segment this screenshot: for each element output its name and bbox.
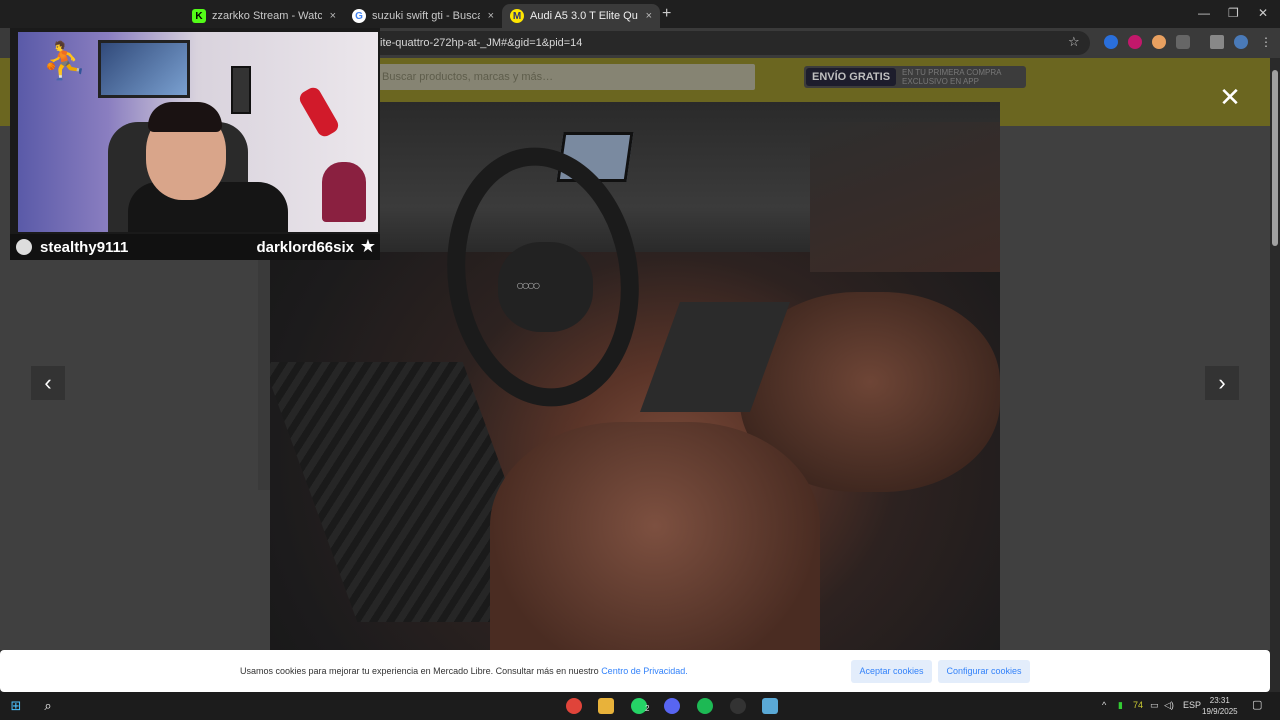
window-close-icon[interactable]: ✕ bbox=[1258, 6, 1268, 20]
scrollbar-thumb[interactable] bbox=[1272, 70, 1278, 246]
restore-icon[interactable]: ❐ bbox=[1228, 6, 1239, 20]
tab-kick-stream[interactable]: K zzarkko Stream - Watch Live on × bbox=[184, 4, 344, 28]
file-explorer-icon[interactable] bbox=[598, 698, 614, 714]
prev-photo-button[interactable]: ‹ bbox=[31, 366, 65, 400]
bookmark-star-icon[interactable]: ☆ bbox=[1068, 34, 1080, 50]
next-photo-button[interactable]: › bbox=[1205, 366, 1239, 400]
username-left: stealthy9111 bbox=[40, 238, 129, 256]
accept-cookies-button[interactable]: Aceptar cookies bbox=[851, 660, 932, 683]
driver-seat bbox=[490, 422, 820, 650]
gpu-icon: ▮ bbox=[1118, 700, 1123, 710]
google-icon: G bbox=[352, 9, 366, 23]
tab-mercadolibre-audi[interactable]: M Audi A5 3.0 T Elite Quattro 272h × bbox=[502, 4, 660, 28]
tab-google-search[interactable]: G suzuki swift gti - Buscar con Go × bbox=[344, 4, 502, 28]
close-viewer-button[interactable]: ✕ bbox=[1218, 84, 1242, 110]
windows-taskbar: ⊞ ⌕ 2 ^ ▮ 74 ▭ ◁) ESP 23:31 19/9/2025 ▢ bbox=[0, 692, 1280, 720]
spotify-icon[interactable] bbox=[697, 698, 713, 714]
door-panel bbox=[810, 122, 1000, 272]
discord-icon[interactable] bbox=[664, 698, 680, 714]
webcam-feed: ⛹ bbox=[18, 32, 378, 232]
figure-toy bbox=[322, 162, 366, 222]
kick-icon: K bbox=[192, 9, 206, 23]
chevron-up-icon[interactable]: ^ bbox=[1102, 700, 1106, 710]
configure-cookies-button[interactable]: Configurar cookies bbox=[938, 660, 1030, 683]
taskbar-clock[interactable]: 23:31 19/9/2025 bbox=[1202, 695, 1238, 717]
tab-title: zzarkko Stream - Watch Live on bbox=[212, 10, 322, 22]
chrome-icon[interactable] bbox=[566, 698, 582, 714]
star-icon: ★ bbox=[359, 236, 376, 256]
tab-title: Audi A5 3.0 T Elite Quattro 272h bbox=[530, 10, 638, 22]
search-input[interactable]: Buscar productos, marcas y más… bbox=[370, 64, 755, 90]
obs-icon[interactable] bbox=[730, 698, 746, 714]
extension-icon[interactable] bbox=[1104, 35, 1118, 49]
promo-text: EN TU PRIMERA COMPRA EXCLUSIVO EN APP bbox=[902, 68, 1002, 86]
media-controls-icon[interactable] bbox=[1210, 35, 1224, 49]
close-tab-icon[interactable]: × bbox=[488, 10, 494, 22]
windows-start-icon[interactable]: ⊞ bbox=[8, 698, 24, 714]
promo-badge: ENVÍO GRATIS bbox=[806, 68, 897, 86]
user-avatar-icon bbox=[16, 239, 32, 255]
menu-dots-icon[interactable]: ⋮ bbox=[1260, 35, 1274, 49]
jumpman-neon-icon: ⛹ bbox=[42, 40, 87, 81]
app-icon[interactable] bbox=[762, 698, 778, 714]
notifications-icon[interactable]: ▢ bbox=[1252, 698, 1262, 711]
volume-icon[interactable]: ◁) bbox=[1164, 700, 1174, 711]
tab-title: suzuki swift gti - Buscar con Go bbox=[372, 10, 480, 22]
puzzle-icon[interactable] bbox=[1176, 35, 1190, 49]
language-indicator[interactable]: ESP bbox=[1183, 700, 1201, 710]
new-tab-button[interactable]: + bbox=[662, 5, 671, 23]
search-icon[interactable]: ⌕ bbox=[40, 698, 56, 714]
mercadolibre-icon: M bbox=[510, 9, 524, 23]
close-tab-icon[interactable]: × bbox=[330, 10, 336, 22]
network-icon[interactable]: ▭ bbox=[1150, 700, 1159, 711]
page-scrollbar[interactable] bbox=[1270, 58, 1280, 692]
wall-frame bbox=[231, 66, 251, 114]
profile-avatar[interactable] bbox=[1234, 35, 1248, 49]
privacy-link[interactable]: Centro de Privacidad. bbox=[601, 666, 688, 676]
webcam-overlay: ⛹ stealthy9111 darklord66six ★ bbox=[10, 28, 380, 260]
streamer-nameplate: stealthy9111 darklord66six ★ bbox=[10, 234, 380, 260]
browser-tab-strip: K zzarkko Stream - Watch Live on × G suz… bbox=[0, 0, 1280, 28]
cookie-message: Usamos cookies para mejorar tu experienc… bbox=[240, 666, 688, 676]
wall-poster bbox=[98, 40, 190, 98]
streamer-hair bbox=[148, 102, 222, 132]
microphone bbox=[296, 84, 342, 140]
minimize-icon[interactable]: — bbox=[1198, 6, 1210, 20]
steering-hub bbox=[498, 242, 593, 332]
close-tab-icon[interactable]: × bbox=[646, 10, 652, 22]
cookie-banner: Usamos cookies para mejorar tu experienc… bbox=[0, 650, 1270, 692]
promo-banner[interactable]: ENVÍO GRATIS EN TU PRIMERA COMPRA EXCLUSI… bbox=[804, 66, 1026, 88]
audi-rings-icon: ○○○○ bbox=[516, 277, 541, 293]
extension-icon[interactable] bbox=[1152, 35, 1166, 49]
temperature-text: 74 bbox=[1133, 700, 1144, 710]
url-field[interactable]: ite-quattro-272hp-at-_JM#&gid=1&pid=14 bbox=[300, 31, 1090, 55]
extension-icon[interactable] bbox=[1128, 35, 1142, 49]
whatsapp-badge: 2 bbox=[645, 704, 650, 713]
username-right: darklord66six bbox=[256, 238, 354, 256]
